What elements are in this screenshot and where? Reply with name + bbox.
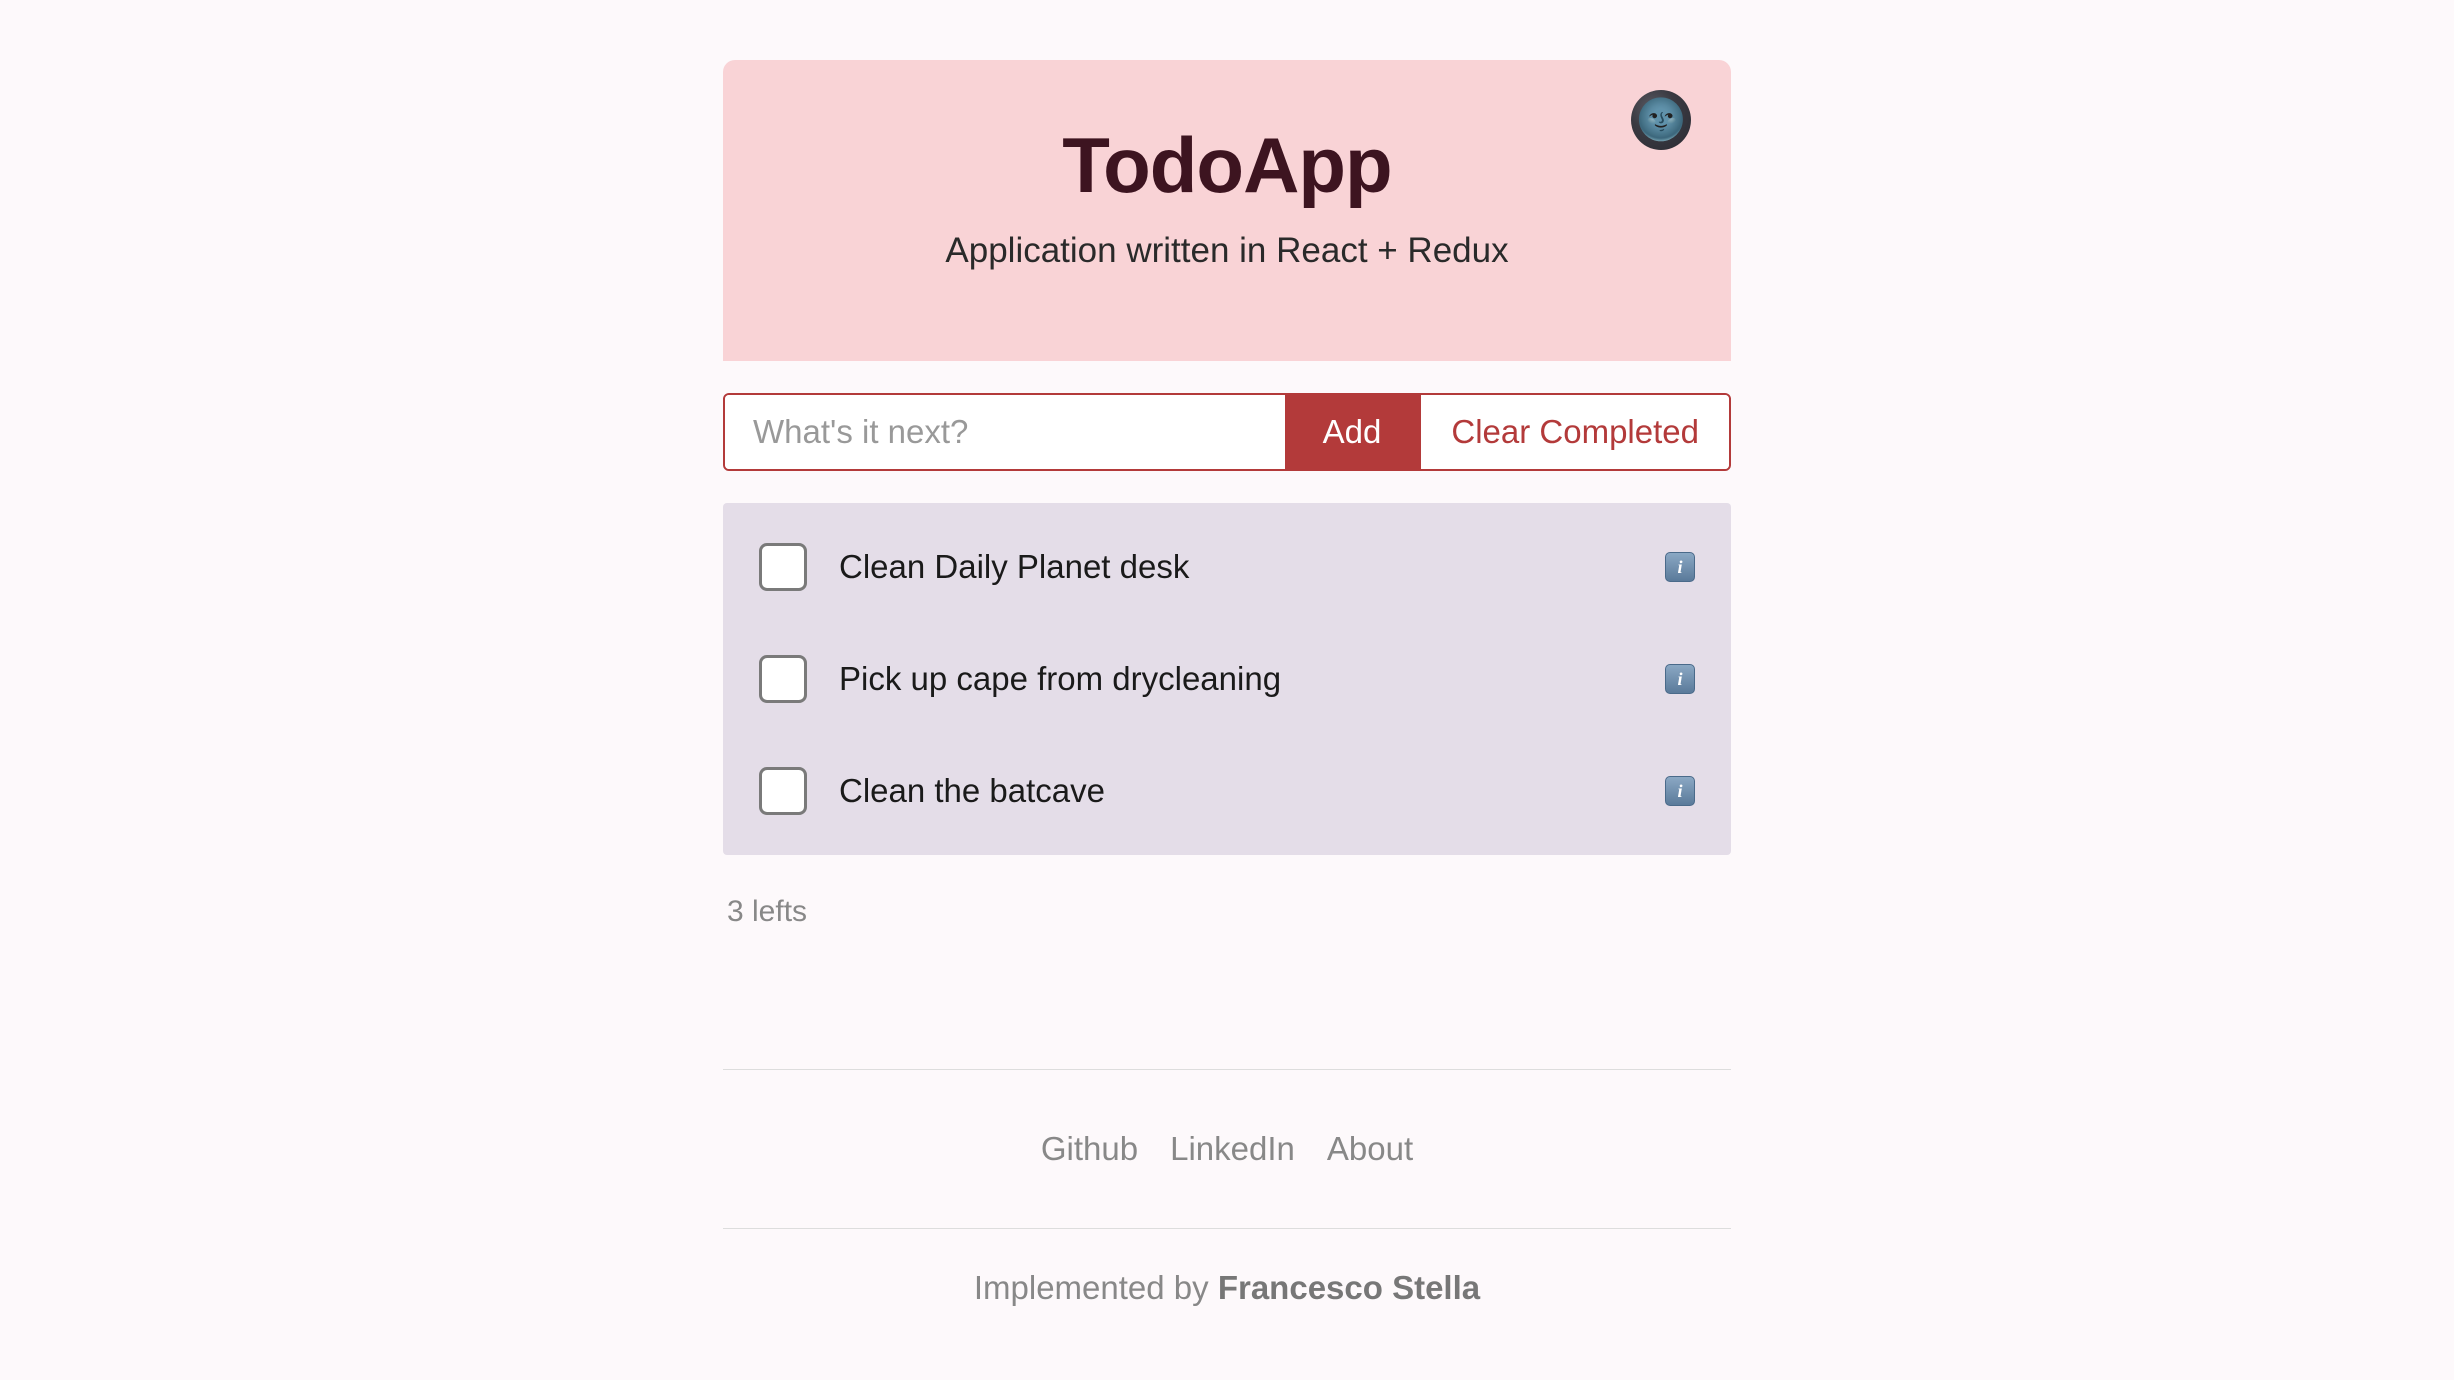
github-link[interactable]: Github (1041, 1130, 1138, 1168)
todo-item: Pick up cape from drycleaning (723, 623, 1731, 735)
add-button[interactable]: Add (1285, 395, 1420, 469)
todo-text: Clean Daily Planet desk (839, 548, 1633, 586)
app-header: 🌚 TodoApp Application written in React +… (723, 60, 1731, 361)
todo-checkbox[interactable] (759, 655, 807, 703)
todo-list: Clean Daily Planet desk Pick up cape fro… (723, 503, 1731, 855)
info-icon[interactable] (1665, 664, 1695, 694)
credit: Implemented by Francesco Stella (723, 1269, 1731, 1307)
theme-toggle-icon[interactable]: 🌚 (1631, 90, 1691, 150)
todo-checkbox[interactable] (759, 543, 807, 591)
linkedin-link[interactable]: LinkedIn (1170, 1130, 1295, 1168)
input-row: Add Clear Completed (723, 393, 1731, 471)
todo-checkbox[interactable] (759, 767, 807, 815)
todo-text: Clean the batcave (839, 772, 1633, 810)
about-link[interactable]: About (1327, 1130, 1413, 1168)
footer: Github LinkedIn About Implemented by Fra… (723, 1069, 1731, 1307)
items-left-counter: 3 lefts (723, 895, 1731, 929)
clear-completed-button[interactable]: Clear Completed (1419, 395, 1729, 469)
credit-prefix: Implemented by (974, 1269, 1218, 1306)
todo-text: Pick up cape from drycleaning (839, 660, 1633, 698)
footer-links: Github LinkedIn About (723, 1130, 1731, 1168)
info-icon[interactable] (1665, 776, 1695, 806)
credit-name: Francesco Stella (1218, 1269, 1480, 1306)
todo-item: Clean the batcave (723, 735, 1731, 847)
app-subtitle: Application written in React + Redux (763, 231, 1691, 271)
new-todo-input[interactable] (725, 395, 1285, 469)
app-title: TodoApp (763, 120, 1691, 211)
info-icon[interactable] (1665, 552, 1695, 582)
todo-item: Clean Daily Planet desk (723, 511, 1731, 623)
